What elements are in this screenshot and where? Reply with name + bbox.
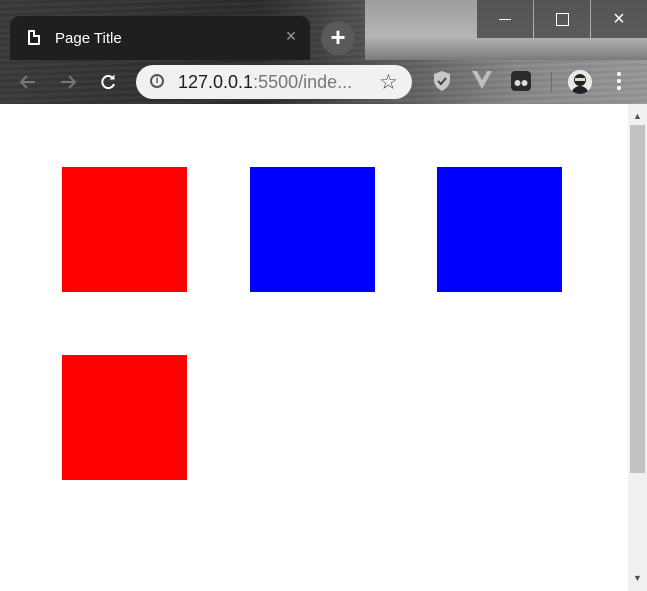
vue-devtools-icon[interactable] [470, 70, 494, 94]
square-3 [437, 167, 562, 292]
square-2 [250, 167, 375, 292]
square-1 [62, 167, 187, 292]
scroll-up-arrow-icon[interactable]: ▲ [628, 108, 647, 125]
back-button[interactable] [14, 68, 42, 96]
dot-icon [617, 79, 621, 83]
document-icon [28, 30, 40, 45]
reload-button[interactable] [94, 68, 122, 96]
scroll-thumb[interactable] [630, 125, 645, 473]
tab-page-title[interactable]: Page Title × [10, 16, 310, 60]
profile-avatar[interactable] [568, 70, 592, 94]
maximize-icon [556, 13, 569, 26]
reload-icon [101, 74, 115, 90]
url-text[interactable]: 127.0.0.1:5500/inde... [178, 72, 352, 93]
url-path: :5500/inde... [253, 72, 353, 92]
tab-title: Page Title [55, 30, 122, 47]
ninja-extension-icon[interactable] [509, 70, 533, 94]
scroll-down-arrow-icon[interactable]: ▼ [628, 570, 647, 587]
more-menu-button[interactable] [612, 69, 626, 95]
close-window-button[interactable]: × [591, 0, 647, 38]
address-bar[interactable]: i 127.0.0.1:5500/inde... ☆ [136, 65, 412, 99]
browser-toolbar: i 127.0.0.1:5500/inde... ☆ [0, 60, 647, 104]
tab-close-icon[interactable]: × [282, 26, 300, 46]
square-4 [62, 355, 187, 480]
new-tab-button[interactable]: + [321, 21, 355, 55]
maximize-button[interactable] [534, 0, 590, 38]
shield-extension-icon[interactable] [430, 70, 454, 94]
minimize-icon [499, 19, 511, 20]
browser-chrome: Page Title × + × i 127.0.0.1:5500/inde..… [0, 0, 647, 104]
dot-icon [617, 72, 621, 76]
avatar-icon [568, 70, 592, 94]
arrow-left-icon [19, 75, 35, 89]
vertical-scrollbar[interactable]: ▲ ▼ [628, 104, 647, 591]
dot-icon [617, 86, 621, 90]
page-content [0, 104, 628, 591]
minimize-button[interactable] [477, 0, 533, 38]
url-host: 127.0.0.1 [178, 72, 254, 92]
info-icon[interactable]: i [150, 74, 164, 88]
forward-button[interactable] [54, 68, 82, 96]
toolbar-separator [551, 72, 552, 92]
bookmark-star-icon[interactable]: ☆ [379, 70, 398, 95]
arrow-right-icon [61, 75, 77, 89]
close-icon: × [613, 8, 625, 30]
